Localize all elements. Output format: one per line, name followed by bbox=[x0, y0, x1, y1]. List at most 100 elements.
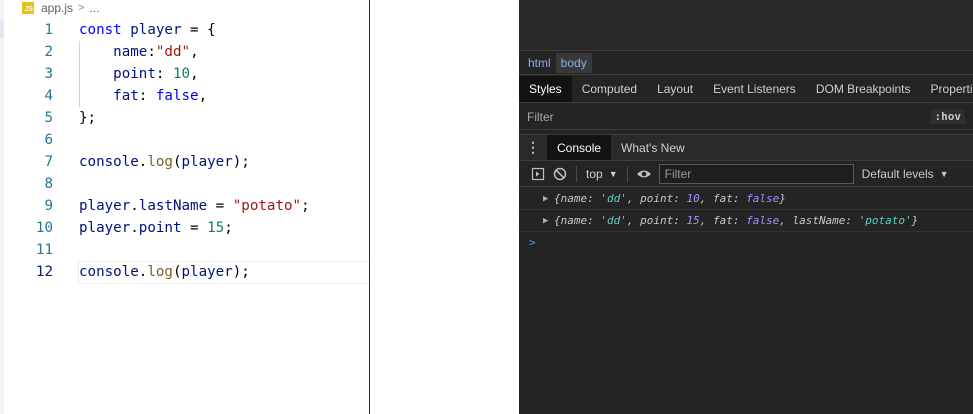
styles-filter-bar: Filter :hov bbox=[519, 104, 973, 130]
code-token: : bbox=[138, 88, 156, 104]
line-number: 7 bbox=[44, 154, 53, 170]
tab-whats-new[interactable]: What's New bbox=[611, 135, 695, 160]
tab-console[interactable]: Console bbox=[547, 135, 612, 160]
code-line[interactable]: 6 bbox=[0, 129, 369, 151]
line-number: 8 bbox=[44, 176, 53, 192]
breadcrumb-more[interactable]: ... bbox=[89, 1, 99, 15]
object-token: {name: bbox=[554, 214, 601, 227]
tab-dom-breakpoints[interactable]: DOM Breakpoints bbox=[806, 76, 921, 102]
console-toolbar: top ▼ Filter Default levels ▼ bbox=[519, 162, 973, 187]
crumb-html[interactable]: html bbox=[523, 53, 556, 73]
code-token: fat bbox=[113, 88, 139, 104]
sidebar-toggle-icon[interactable] bbox=[527, 164, 549, 184]
console-output[interactable]: ▶ {name: 'dd', point: 10, fat: false} ▶ {na… bbox=[519, 188, 973, 254]
line-number: 1 bbox=[44, 22, 53, 38]
code-token: }; bbox=[79, 110, 97, 126]
code-line[interactable]: 4 fat: false, bbox=[0, 85, 369, 107]
object-token: 15 bbox=[686, 214, 700, 227]
code-line[interactable]: 3 point: 10, bbox=[0, 63, 369, 85]
tab-styles[interactable]: Styles bbox=[519, 76, 572, 102]
console-filter-input[interactable]: Filter bbox=[658, 164, 854, 184]
line-text[interactable]: console.log(player); bbox=[79, 261, 250, 283]
line-text[interactable]: player.lastName = "potato"; bbox=[79, 195, 310, 217]
eye-icon[interactable] bbox=[633, 164, 655, 184]
code-token: = bbox=[207, 198, 233, 214]
object-token: false bbox=[746, 192, 780, 205]
code-token: name bbox=[113, 44, 148, 60]
log-levels-label: Default levels bbox=[861, 167, 934, 181]
log-levels-dropdown[interactable]: Default levels ▼ bbox=[862, 167, 949, 181]
styles-filter-input[interactable]: Filter bbox=[527, 110, 554, 124]
code-line[interactable]: 5}; bbox=[0, 107, 369, 129]
tab-computed[interactable]: Computed bbox=[572, 76, 647, 102]
code-line[interactable]: 11 bbox=[0, 239, 369, 261]
blank-pane bbox=[370, 0, 519, 414]
code-token: "potato" bbox=[232, 198, 302, 214]
elements-tree-area[interactable] bbox=[519, 0, 973, 51]
editor-breadcrumb[interactable]: JS app.js > ... bbox=[22, 0, 99, 16]
code-line[interactable]: 2 name:"dd", bbox=[0, 41, 369, 63]
code-token: 15 bbox=[207, 220, 225, 236]
code-token: , bbox=[190, 66, 199, 82]
line-text[interactable]: const player = { bbox=[79, 19, 216, 41]
breadcrumb-file-name[interactable]: app.js bbox=[41, 1, 73, 15]
code-line[interactable]: 1 const player = { bbox=[0, 19, 369, 41]
console-log-entry[interactable]: ▶ {name: 'dd', point: 15, fat: false, las… bbox=[519, 210, 973, 232]
code-editor[interactable]: JS app.js > ... 1 const player = {2 name:… bbox=[0, 0, 369, 414]
expand-arrow-icon[interactable]: ▶ bbox=[543, 210, 548, 232]
line-text[interactable]: point: 10, bbox=[79, 63, 199, 85]
expand-arrow-icon[interactable]: ▶ bbox=[543, 188, 548, 210]
more-vertical-icon[interactable]: ⋮ bbox=[519, 135, 547, 160]
object-token: 'dd' bbox=[600, 214, 627, 227]
code-token: ( bbox=[172, 154, 182, 170]
line-number: 4 bbox=[44, 88, 53, 104]
code-token: = { bbox=[181, 22, 216, 38]
code-token: ; bbox=[224, 220, 233, 236]
tab-layout[interactable]: Layout bbox=[647, 76, 703, 102]
code-token: ); bbox=[232, 264, 250, 280]
hov-toggle-button[interactable]: :hov bbox=[930, 109, 965, 124]
code-line[interactable]: 8 bbox=[0, 173, 369, 195]
code-token: lastName bbox=[138, 198, 208, 214]
code-token: point bbox=[138, 220, 182, 236]
line-number: 2 bbox=[44, 44, 53, 60]
code-token: . bbox=[130, 198, 139, 214]
line-text[interactable]: }; bbox=[79, 107, 96, 129]
tab-properties[interactable]: Properties bbox=[921, 76, 973, 102]
code-token: , bbox=[190, 44, 199, 60]
code-token: ( bbox=[172, 264, 182, 280]
code-line[interactable]: 7 console.log(player); bbox=[0, 151, 369, 173]
crumb-body[interactable]: body bbox=[555, 53, 592, 73]
code-token: : bbox=[147, 44, 156, 60]
context-selector[interactable]: top ▼ bbox=[582, 167, 622, 181]
code-token: player bbox=[130, 22, 182, 38]
line-text[interactable]: console.log(player); bbox=[79, 151, 250, 173]
code-line[interactable]: 9 player.lastName = "potato"; bbox=[0, 195, 369, 217]
line-text[interactable]: player.point = 15; bbox=[79, 217, 233, 239]
line-number: 3 bbox=[44, 66, 53, 82]
code-token: ; bbox=[301, 198, 310, 214]
line-text[interactable]: fat: false, bbox=[79, 85, 207, 107]
dom-breadcrumbs: html body bbox=[519, 52, 973, 75]
code-token: player bbox=[181, 154, 233, 170]
line-text[interactable]: name:"dd", bbox=[79, 41, 199, 63]
code-line[interactable]: 10 player.point = 15; bbox=[0, 217, 369, 239]
code-line[interactable]: 12 console.log(player); bbox=[0, 261, 369, 284]
code-lines[interactable]: 1 const player = {2 name:"dd", 3 point: 10… bbox=[0, 19, 369, 284]
toolbar-divider bbox=[626, 166, 628, 182]
code-token: player bbox=[79, 198, 131, 214]
clear-console-icon[interactable] bbox=[549, 164, 571, 184]
devtools-panel: html body Styles Computed Layout Event List… bbox=[519, 0, 973, 414]
console-prompt[interactable]: > bbox=[519, 232, 973, 254]
code-token: ); bbox=[232, 154, 250, 170]
object-token: , point: bbox=[626, 214, 687, 227]
logged-object[interactable]: {name: 'dd', point: 10, fat: false} bbox=[554, 192, 786, 205]
tab-event-listeners[interactable]: Event Listeners bbox=[703, 76, 806, 102]
logged-object[interactable]: {name: 'dd', point: 15, fat: false, last… bbox=[554, 214, 918, 227]
code-token: player bbox=[181, 264, 233, 280]
console-log-entry[interactable]: ▶ {name: 'dd', point: 10, fat: false} bbox=[519, 188, 973, 210]
line-number: 10 bbox=[35, 220, 53, 236]
toolbar-divider bbox=[576, 166, 577, 182]
